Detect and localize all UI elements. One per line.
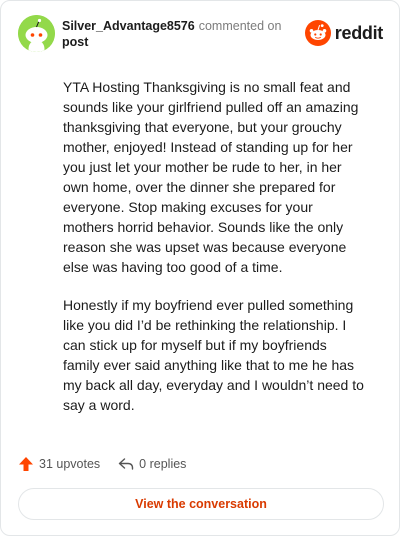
- reddit-brand[interactable]: reddit: [304, 20, 384, 46]
- avatar[interactable]: [18, 15, 55, 52]
- reply-stat[interactable]: 0 replies: [118, 456, 186, 472]
- view-conversation-button[interactable]: View the conversation: [18, 488, 384, 520]
- author-line: Silver_Advantage8576 commented on: [62, 18, 281, 34]
- comment-footer: 31 upvotes 0 replies: [18, 454, 186, 474]
- comment-body: YTA Hosting Thanksgiving is no small fea…: [63, 77, 367, 415]
- upvote-count: 31 upvotes: [39, 457, 101, 471]
- reddit-snoo-icon: [304, 20, 331, 46]
- upvote-arrow-icon[interactable]: [18, 456, 34, 472]
- comment-paragraph-1: YTA Hosting Thanksgiving is no small fea…: [63, 79, 359, 275]
- comment-header: Silver_Advantage8576 commented on post re…: [18, 15, 383, 55]
- post-link[interactable]: post: [62, 35, 88, 49]
- comment-paragraph-2: Honestly if my boyfriend ever pulled som…: [63, 297, 364, 413]
- author-username[interactable]: Silver_Advantage8576: [62, 19, 195, 33]
- reply-icon[interactable]: [118, 456, 134, 472]
- comment-card: Silver_Advantage8576 commented on post re…: [0, 0, 400, 536]
- upvote-stat[interactable]: 31 upvotes: [18, 456, 100, 472]
- reply-count: 0 replies: [139, 457, 187, 471]
- reddit-wordmark: reddit: [334, 22, 384, 43]
- action-text: commented on: [198, 19, 282, 33]
- snoo-avatar-icon: [18, 15, 55, 52]
